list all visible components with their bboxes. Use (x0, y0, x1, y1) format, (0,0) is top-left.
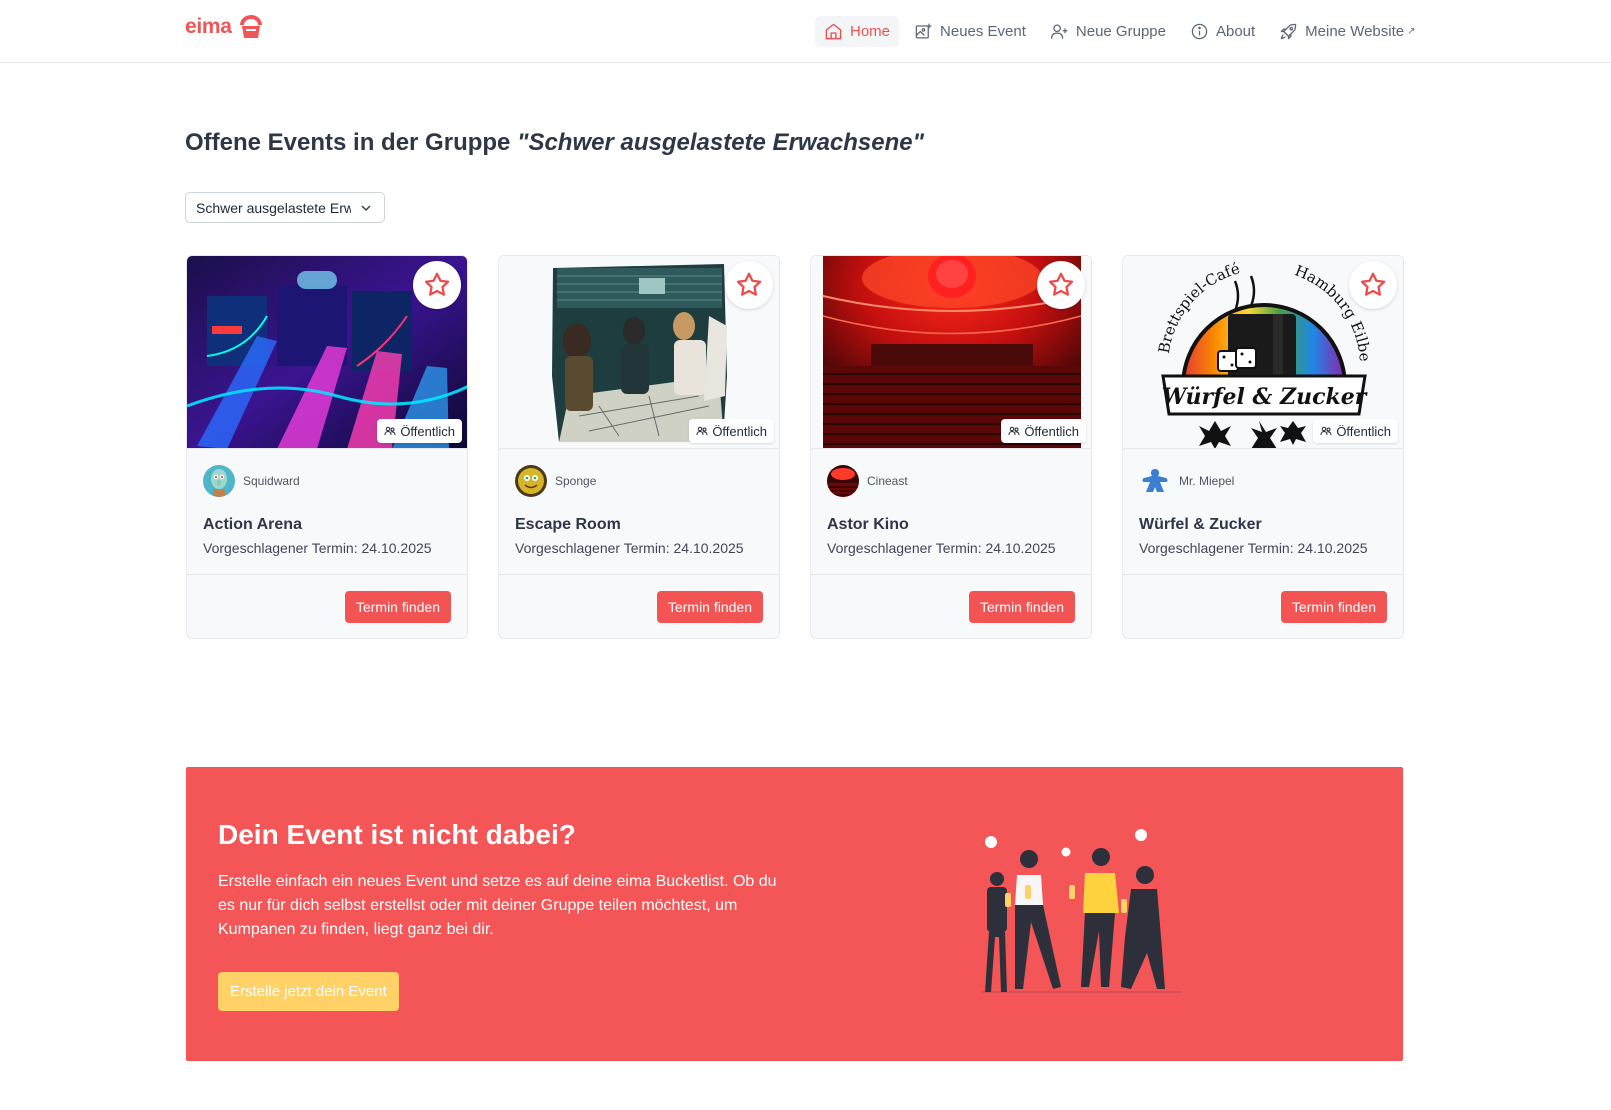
nav-item-meine-website[interactable]: Meine Website ↗ (1270, 16, 1424, 47)
card-footer: Termin finden (1123, 574, 1403, 638)
visibility-badge: Öffentlich (1313, 419, 1398, 443)
event-image: Öffentlich (811, 256, 1091, 449)
banner-title: Dein Event ist nicht dabei? (218, 819, 576, 850)
rocket-icon (1280, 23, 1297, 40)
star-icon (424, 272, 450, 296)
nav-item-neue-gruppe[interactable]: Neue Gruppe (1041, 16, 1175, 47)
favorite-button[interactable] (725, 261, 773, 309)
star-icon (1360, 272, 1386, 296)
event-title: Astor Kino (827, 516, 909, 533)
event-title: Action Arena (203, 516, 302, 533)
card-footer: Termin finden (187, 574, 467, 638)
page-title-group: "Schwer ausgelastete Erwachsene" (517, 129, 925, 156)
create-event-banner: Dein Event ist nicht dabei? Erstelle ein… (186, 767, 1403, 1061)
event-owner: Mr. Miepel (1139, 465, 1234, 497)
nav-item-neues-event[interactable]: Neues Event (905, 16, 1035, 47)
event-owner: Squidward (203, 465, 300, 497)
brand-name: eima (185, 15, 232, 38)
owner-name: Squidward (243, 474, 300, 488)
bucket-logo-icon (239, 15, 262, 38)
termin-finden-button[interactable]: Termin finden (1280, 591, 1387, 623)
nav-item-about[interactable]: About (1181, 16, 1264, 47)
group-select-value: Schwer ausgelastete Erwachsene (196, 199, 351, 216)
event-title: Escape Room (515, 516, 621, 533)
create-event-button[interactable]: Erstelle jetzt dein Event (218, 972, 399, 1011)
external-link-icon: ↗ (1407, 26, 1416, 37)
nav-menu: Home Neues Event Neue Gruppe About Meine… (815, 16, 1425, 47)
avatar (827, 465, 859, 497)
avatar (1139, 465, 1171, 497)
event-image: Öffentlich (187, 256, 467, 449)
favorite-button[interactable] (1349, 261, 1397, 309)
avatar (203, 465, 235, 497)
event-image: Brettspiel-Café Hamburg Eilbek Würfel & … (1123, 256, 1403, 449)
event-date: Vorgeschlagener Termin: 24.10.2025 (827, 540, 1056, 556)
banner-text: Erstelle einfach ein neues Event und set… (218, 873, 777, 938)
event-owner: Sponge (515, 465, 596, 497)
badge-label: Öffentlich (1024, 423, 1079, 439)
page-title-prefix: Offene Events in der Gruppe (185, 129, 518, 156)
meeple-icon (1139, 465, 1171, 497)
event-card[interactable]: Öffentlich Squidward Action Arena Vorges… (186, 255, 468, 639)
chevron-down-icon (361, 205, 371, 212)
visibility-badge: Öffentlich (377, 419, 462, 443)
favorite-button[interactable] (1037, 261, 1085, 309)
user-plus-icon (1050, 24, 1068, 39)
nav-item-home[interactable]: Home (815, 16, 900, 47)
badge-label: Öffentlich (712, 423, 767, 439)
owner-name: Sponge (555, 474, 597, 488)
people-celebrating-illustration (981, 829, 1181, 993)
owner-name: Cineast (867, 474, 908, 488)
event-date: Vorgeschlagener Termin: 24.10.2025 (1139, 540, 1368, 556)
visibility-badge: Öffentlich (1001, 419, 1086, 443)
nav-item-label: Neue Gruppe (1075, 23, 1166, 40)
favorite-button[interactable] (413, 261, 461, 309)
svg-text:Würfel & Zucker: Würfel & Zucker (1162, 384, 1368, 410)
card-footer: Termin finden (499, 574, 779, 638)
users-icon (384, 426, 396, 436)
owner-name: Mr. Miepel (1179, 474, 1235, 488)
nav-item-label: Neues Event (940, 23, 1026, 40)
termin-finden-button[interactable]: Termin finden (968, 591, 1075, 623)
users-icon (696, 426, 708, 436)
nav-item-label: About (1215, 23, 1256, 40)
page-title: Offene Events in der Gruppe "Schwer ausg… (185, 129, 924, 157)
termin-finden-button[interactable]: Termin finden (656, 591, 763, 623)
image-plus-icon (915, 23, 932, 39)
event-card[interactable]: Öffentlich Sponge Escape Room Vorgeschla… (498, 255, 780, 639)
termin-finden-button[interactable]: Termin finden (344, 591, 451, 623)
info-icon (1191, 23, 1208, 40)
badge-label: Öffentlich (400, 423, 455, 439)
users-icon (1320, 426, 1332, 436)
top-navbar: eima Home Neues Event Neue Gruppe About … (0, 0, 1611, 63)
star-icon (736, 272, 762, 296)
home-icon (825, 23, 842, 40)
nav-item-label: Meine Website (1305, 23, 1405, 40)
event-owner: Cineast (827, 465, 908, 497)
group-select[interactable]: Schwer ausgelastete Erwachsene (185, 192, 385, 223)
nav-item-label: Home (850, 23, 891, 40)
visibility-badge: Öffentlich (689, 419, 774, 443)
event-image: Öffentlich (499, 256, 779, 449)
users-icon (1008, 426, 1020, 436)
avatar (515, 465, 547, 497)
event-card[interactable]: Brettspiel-Café Hamburg Eilbek Würfel & … (1122, 255, 1404, 639)
event-date: Vorgeschlagener Termin: 24.10.2025 (515, 540, 744, 556)
event-title: Würfel & Zucker (1139, 516, 1262, 533)
badge-label: Öffentlich (1336, 423, 1391, 439)
star-icon (1048, 272, 1074, 296)
brand-logo[interactable]: eima (185, 14, 264, 40)
event-date: Vorgeschlagener Termin: 24.10.2025 (203, 540, 432, 556)
card-footer: Termin finden (811, 574, 1091, 638)
event-card[interactable]: Öffentlich Cineast Astor Kino Vorgeschla… (810, 255, 1092, 639)
